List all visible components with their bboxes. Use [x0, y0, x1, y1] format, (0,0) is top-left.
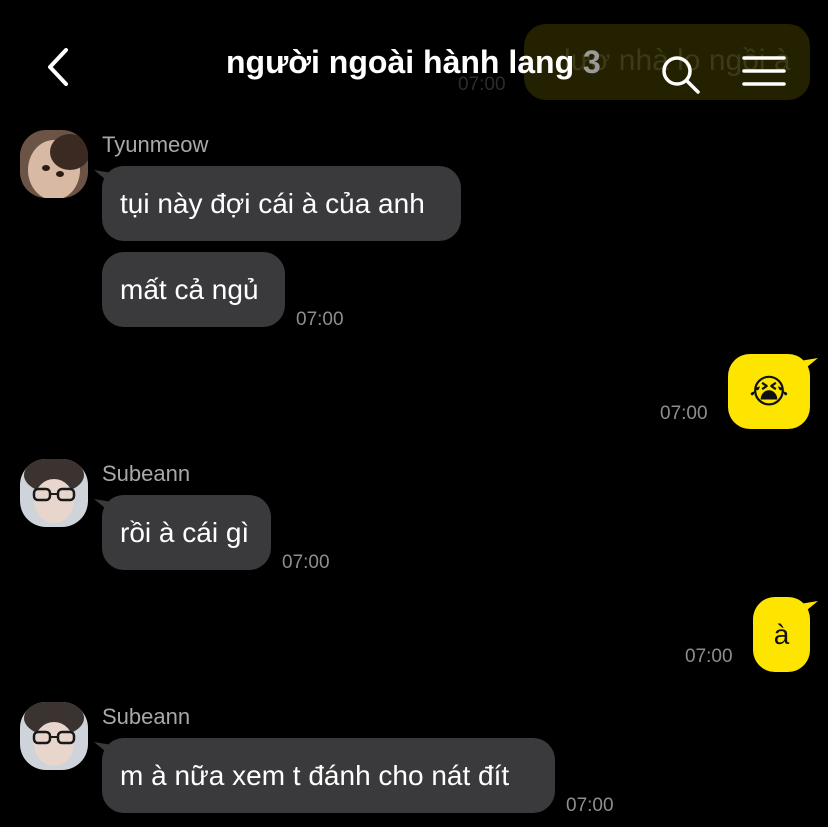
search-icon: [662, 56, 700, 94]
message-text: tụi này đợi cái à của anh: [120, 187, 425, 219]
member-count: 3: [583, 44, 601, 80]
sender-name: Subeann: [102, 461, 191, 486]
menu-button[interactable]: [742, 54, 786, 90]
outgoing-message-bubble[interactable]: 😭: [728, 354, 810, 429]
crying-emoji: 😭: [749, 372, 789, 411]
message-text: m à nữa xem t đánh cho nát đít: [120, 759, 510, 791]
message-bubble[interactable]: rồi à cái gì: [102, 495, 271, 570]
message-time: 07:00: [685, 646, 733, 667]
message-text: rồi à cái gì: [120, 516, 250, 548]
sender-name: Subeann: [102, 704, 191, 729]
chevron-left-icon: [48, 48, 68, 86]
outgoing-message-bubble[interactable]: à: [753, 597, 810, 672]
message-time: 07:00: [282, 552, 330, 573]
avatar-subeann[interactable]: [20, 459, 88, 527]
avatar-subeann[interactable]: [20, 702, 88, 770]
chat-title: người ngoài hành lang 3: [226, 44, 601, 81]
message-text: mất cả ngủ: [120, 273, 259, 305]
sender-name: Tyunmeow: [102, 132, 209, 157]
message-bubble[interactable]: tụi này đợi cái à của anh: [102, 166, 461, 241]
back-button[interactable]: [40, 42, 80, 92]
message-bubble[interactable]: mất cả ngủ: [102, 252, 285, 327]
hamburger-menu-icon: [742, 56, 786, 86]
message-time: 07:00: [566, 795, 614, 816]
chat-header: người ngoài hành lang 3: [0, 0, 828, 130]
message-time: 07:00: [296, 309, 344, 330]
search-button[interactable]: [660, 54, 702, 96]
avatar-tyunmeow[interactable]: [20, 130, 88, 198]
message-bubble[interactable]: m à nữa xem t đánh cho nát đít: [102, 738, 555, 813]
message-time: 07:00: [660, 403, 708, 424]
chat-room-name: người ngoài hành lang: [226, 44, 575, 80]
message-text: à: [773, 618, 790, 650]
